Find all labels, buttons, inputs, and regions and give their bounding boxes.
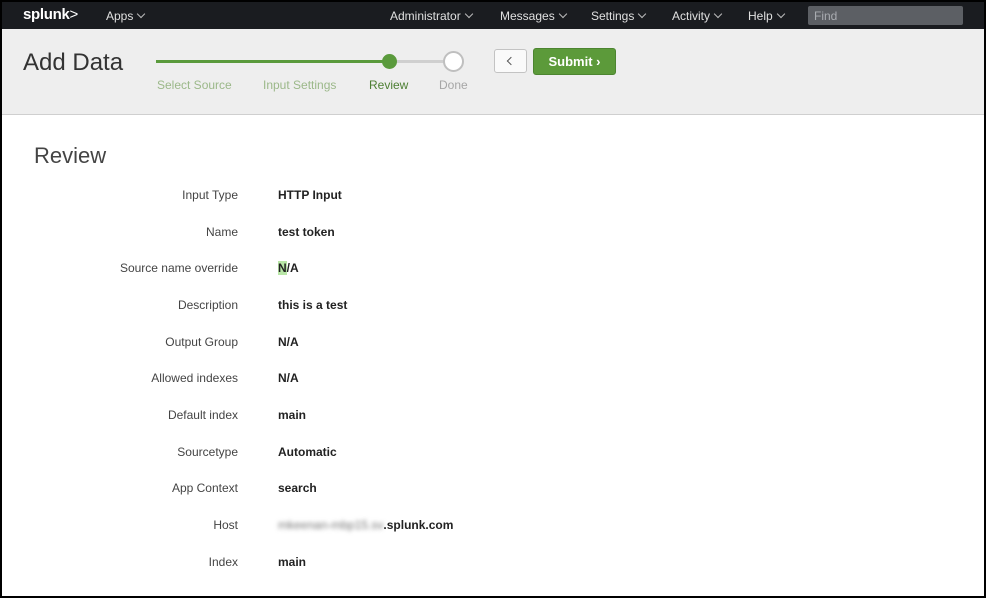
row-value: N/A (278, 261, 299, 275)
administrator-menu[interactable]: Administrator (390, 9, 473, 23)
row-label: Source name override (119, 261, 238, 275)
row-label: Input Type (182, 188, 238, 202)
row-label: App Context (171, 481, 238, 495)
administrator-menu-label: Administrator (390, 9, 461, 23)
review-row-name: Name test token (2, 225, 984, 245)
row-value-domain: .splunk.com (383, 518, 454, 532)
row-value: main (278, 555, 307, 569)
row-label: Sourcetype (177, 445, 238, 459)
review-row-sourcetype: Sourcetype Automatic (2, 445, 984, 465)
next-step-marker (443, 51, 464, 72)
review-row-app-context: App Context search (2, 481, 984, 501)
logo-text: splunk (23, 6, 70, 23)
step-input-settings: Input Settings (263, 78, 337, 92)
messages-menu-label: Messages (500, 9, 555, 23)
step-select-source: Select Source (157, 78, 232, 92)
row-value: search (278, 481, 317, 495)
add-data-header: Add Data Select Source Input Settings Re… (2, 29, 984, 115)
row-value: HTTP Input (278, 188, 342, 202)
top-navigation-bar: splunk> Apps Administrator Messages Sett… (2, 2, 984, 29)
review-row-host: Host mkeenan-mbp15.sv.splunk.com (2, 518, 984, 538)
step-done: Done (439, 78, 468, 92)
chevron-down-icon (638, 9, 647, 19)
redacted-hostname: mkeenan-mbp15.sv (278, 518, 384, 532)
review-row-output-group: Output Group N/A (2, 335, 984, 355)
review-row-description: Description this is a test (2, 298, 984, 318)
row-label: Description (177, 298, 238, 312)
review-row-input-type: Input Type HTTP Input (2, 188, 984, 208)
chevron-down-icon (464, 9, 473, 19)
row-value: main (278, 408, 307, 422)
review-row-source-name-override: Source name override N/A (2, 261, 984, 281)
settings-menu-label: Settings (591, 9, 635, 23)
row-label: Output Group (165, 335, 238, 349)
apps-menu-label: Apps (106, 9, 134, 23)
progress-track-remaining (390, 60, 445, 63)
chevron-down-icon (776, 9, 785, 19)
current-step-marker (382, 54, 397, 69)
row-value: Automatic (278, 445, 337, 459)
page-title: Add Data (23, 49, 124, 76)
text-cursor-highlight: N (278, 261, 287, 275)
review-row-index: Index main (2, 555, 984, 575)
row-label: Index (208, 555, 238, 569)
help-menu[interactable]: Help (748, 9, 785, 23)
step-review: Review (369, 78, 409, 92)
row-label: Name (205, 225, 238, 239)
activity-menu[interactable]: Activity (672, 9, 723, 23)
settings-menu[interactable]: Settings (591, 9, 647, 23)
chevron-left-icon (506, 56, 516, 66)
row-value: N/A (278, 371, 299, 385)
find-search-input[interactable] (808, 6, 963, 25)
review-row-allowed-indexes: Allowed indexes N/A (2, 371, 984, 391)
submit-button[interactable]: Submit › (533, 48, 616, 75)
splunk-logo[interactable]: splunk> (23, 6, 78, 23)
back-button[interactable] (494, 49, 527, 73)
row-value: N/A (278, 335, 299, 349)
row-value: this is a test (278, 298, 348, 312)
review-row-default-index: Default index main (2, 408, 984, 428)
row-label: Host (213, 518, 238, 532)
progress-track-completed (156, 60, 390, 63)
help-menu-label: Help (748, 9, 773, 23)
app-window: splunk> Apps Administrator Messages Sett… (2, 2, 984, 596)
row-label: Allowed indexes (151, 371, 238, 385)
row-value: mkeenan-mbp15.sv.splunk.com (278, 518, 453, 532)
chevron-down-icon (137, 9, 146, 19)
row-value-rest: /A (286, 261, 299, 275)
activity-menu-label: Activity (672, 9, 711, 23)
apps-menu[interactable]: Apps (106, 9, 146, 23)
chevron-down-icon (713, 9, 723, 19)
chevron-down-icon (558, 9, 567, 19)
row-label: Default index (167, 408, 238, 422)
messages-menu[interactable]: Messages (500, 9, 567, 23)
logo-chevron: > (69, 6, 79, 23)
row-value: test token (278, 225, 335, 239)
review-section-title: Review (34, 143, 107, 168)
